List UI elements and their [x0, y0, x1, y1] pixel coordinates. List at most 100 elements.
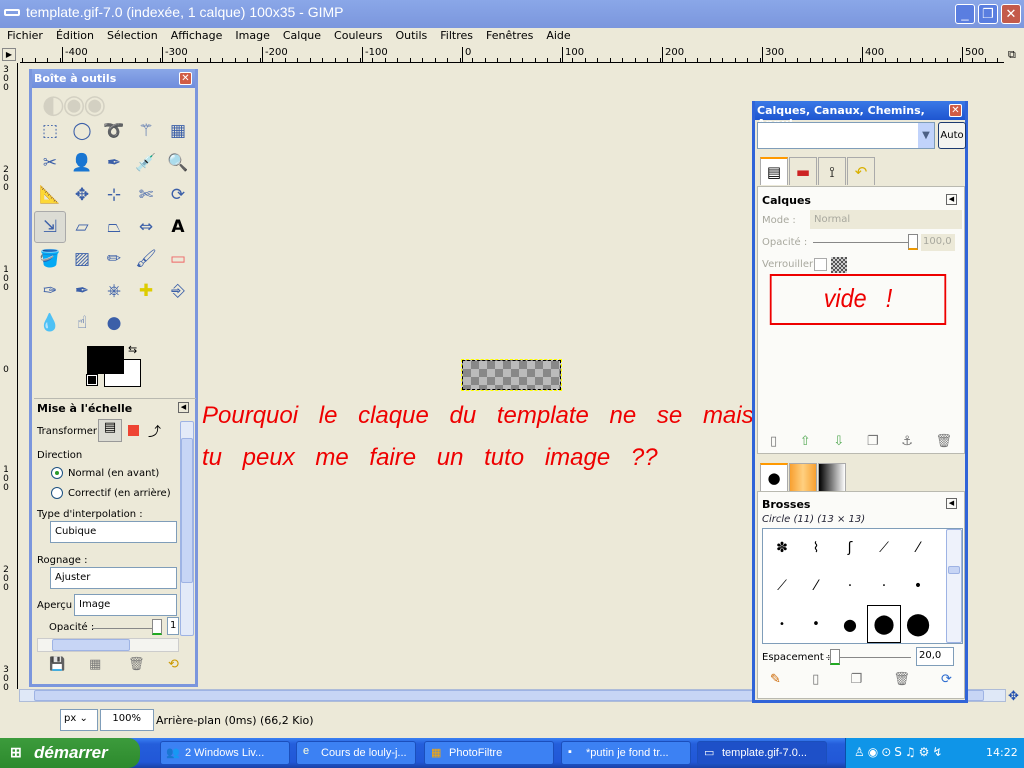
brush-item[interactable]: •: [901, 567, 935, 605]
new-brush-icon[interactable]: ▯: [812, 672, 819, 687]
spacing-input[interactable]: 20,0: [916, 647, 954, 666]
tool-clone-icon[interactable]: ⎈: [98, 275, 130, 307]
tool-move-icon[interactable]: ✥: [66, 179, 98, 211]
panel-menu-icon[interactable]: ◀: [178, 402, 189, 413]
transform-path-icon[interactable]: ⤴: [148, 421, 161, 440]
brush-item[interactable]: •: [765, 605, 799, 643]
image-select[interactable]: ▼: [757, 122, 935, 149]
minimize-button[interactable]: _: [955, 4, 975, 24]
brush-item[interactable]: •: [799, 605, 833, 643]
brush-grid[interactable]: ✽ ⌇ ʃ ⟋ ⁄ ⟋ ⁄ · · • • • ● ⬤ ⬤: [762, 528, 963, 644]
tool-rect-select-icon[interactable]: ⬚: [34, 115, 66, 147]
menu-arrow-button[interactable]: ▶: [2, 48, 16, 61]
close-icon[interactable]: ✕: [949, 104, 962, 117]
clipping-select[interactable]: Ajuster: [50, 567, 177, 589]
tool-crop-icon[interactable]: ✄: [130, 179, 162, 211]
foreground-color-swatch[interactable]: [87, 346, 124, 374]
tool-zoom-icon[interactable]: 🔍: [162, 147, 194, 179]
brush-item[interactable]: ⟋: [765, 567, 799, 605]
menu-outils[interactable]: Outils: [388, 28, 433, 46]
refresh-brushes-icon[interactable]: ⟳: [941, 672, 952, 687]
tool-heal-icon[interactable]: ✚: [130, 275, 162, 307]
tool-paths-icon[interactable]: ✒: [98, 147, 130, 179]
tab-channels-icon[interactable]: ▬: [789, 157, 817, 185]
restore-button[interactable]: ❐: [978, 4, 998, 24]
tool-paintbrush-icon[interactable]: 🖌: [130, 243, 162, 275]
tool-foreground-select-icon[interactable]: 👤: [66, 147, 98, 179]
tool-eraser-icon[interactable]: ▭: [162, 243, 194, 275]
brush-item[interactable]: ✽: [765, 529, 799, 567]
opacity-slider-track[interactable]: [92, 628, 160, 629]
tool-select-by-color-icon[interactable]: ▦: [162, 115, 194, 147]
raise-layer-icon[interactable]: ⇧: [800, 434, 811, 449]
tool-shear-icon[interactable]: ▱: [66, 211, 98, 243]
tool-airbrush-icon[interactable]: ✑: [34, 275, 66, 307]
menu-calque[interactable]: Calque: [276, 28, 327, 46]
default-colors-icon[interactable]: [86, 374, 98, 386]
tab-brushes-icon[interactable]: ●: [760, 463, 788, 491]
tool-blend-icon[interactable]: ▨: [66, 243, 98, 275]
menu-fenetres[interactable]: Fenêtres: [479, 28, 539, 46]
panel-menu-icon[interactable]: ◀: [946, 194, 957, 205]
panel-menu-icon[interactable]: ◀: [946, 498, 957, 509]
tool-measure-icon[interactable]: 📐: [34, 179, 66, 211]
opacity-slider-handle[interactable]: [152, 619, 162, 635]
lock-checkbox[interactable]: [814, 258, 827, 271]
tool-flip-icon[interactable]: ⇔: [130, 211, 162, 243]
brush-item[interactable]: ⌇: [799, 529, 833, 567]
tool-fuzzy-select-icon[interactable]: ⚚: [130, 115, 162, 147]
close-button[interactable]: ✕: [1001, 4, 1021, 24]
menu-couleurs[interactable]: Couleurs: [327, 28, 388, 46]
tool-free-select-icon[interactable]: ➰: [98, 115, 130, 147]
tool-perspective-icon[interactable]: ⏢: [98, 211, 130, 243]
tool-blur-icon[interactable]: 💧: [34, 307, 66, 339]
preview-select[interactable]: Image: [74, 594, 177, 616]
tab-patterns-icon[interactable]: [789, 463, 817, 491]
delete-brush-icon[interactable]: 🗑: [893, 672, 910, 687]
swap-colors-icon[interactable]: ⇆: [128, 343, 137, 356]
tool-color-picker-icon[interactable]: 💉: [130, 147, 162, 179]
tool-scissors-icon[interactable]: ✂: [34, 147, 66, 179]
lock-alpha-icon[interactable]: [831, 257, 847, 273]
tool-dodge-burn-icon[interactable]: ●: [98, 307, 130, 339]
save-options-icon[interactable]: 💾: [49, 657, 65, 672]
task-internet-explorer[interactable]: e Cours de louly-j...: [296, 741, 416, 765]
menu-image[interactable]: Image: [228, 28, 275, 46]
scroll-thumb[interactable]: [948, 566, 960, 574]
brush-item[interactable]: ⁄: [901, 529, 935, 567]
tab-paths-icon[interactable]: ⟟: [818, 157, 846, 185]
menu-fichier[interactable]: Fichier: [0, 28, 49, 46]
tool-ink-icon[interactable]: ✒: [66, 275, 98, 307]
lower-layer-icon[interactable]: ⇩: [833, 434, 844, 449]
transform-selection-icon[interactable]: [128, 425, 139, 436]
task-putin[interactable]: ▪ *putin je fond tr...: [561, 741, 691, 765]
transform-layer-icon[interactable]: ▤: [98, 419, 122, 442]
tool-text-icon[interactable]: A: [162, 211, 194, 243]
start-button[interactable]: ⊞ démarrer: [0, 738, 140, 768]
delete-layer-icon[interactable]: 🗑: [935, 434, 952, 449]
menu-edition[interactable]: Édition: [49, 28, 100, 46]
mode-select[interactable]: Normal: [810, 210, 962, 229]
options-vertical-scrollbar[interactable]: [180, 421, 194, 636]
layer-opacity-handle[interactable]: [908, 234, 918, 250]
restore-options-icon[interactable]: ▦: [89, 657, 101, 672]
task-photofiltre[interactable]: ▦ PhotoFiltre: [424, 741, 554, 765]
tab-gradients-icon[interactable]: [818, 463, 846, 491]
brush-item[interactable]: ·: [833, 567, 867, 605]
brush-scrollbar[interactable]: [946, 529, 962, 643]
interpolation-select[interactable]: Cubique: [50, 521, 177, 543]
layer-opacity-input[interactable]: 100,0: [921, 234, 955, 251]
brush-item[interactable]: ⟋: [867, 529, 901, 567]
zoom-select[interactable]: 100%: [100, 709, 154, 731]
tool-bucket-fill-icon[interactable]: 🪣: [34, 243, 66, 275]
brush-item[interactable]: ⬤: [901, 605, 935, 643]
task-windows-live[interactable]: 👥 2 Windows Liv...: [160, 741, 290, 765]
tool-perspective-clone-icon[interactable]: ⎆: [162, 275, 194, 307]
brush-item[interactable]: ⁄: [799, 567, 833, 605]
tool-align-icon[interactable]: ⊹: [98, 179, 130, 211]
menu-filtres[interactable]: Filtres: [433, 28, 479, 46]
radio-corrective[interactable]: Correctif (en arrière): [51, 487, 171, 499]
options-horizontal-scrollbar[interactable]: [37, 638, 179, 652]
auto-button[interactable]: Auto: [938, 122, 966, 149]
close-icon[interactable]: ✕: [179, 72, 192, 85]
